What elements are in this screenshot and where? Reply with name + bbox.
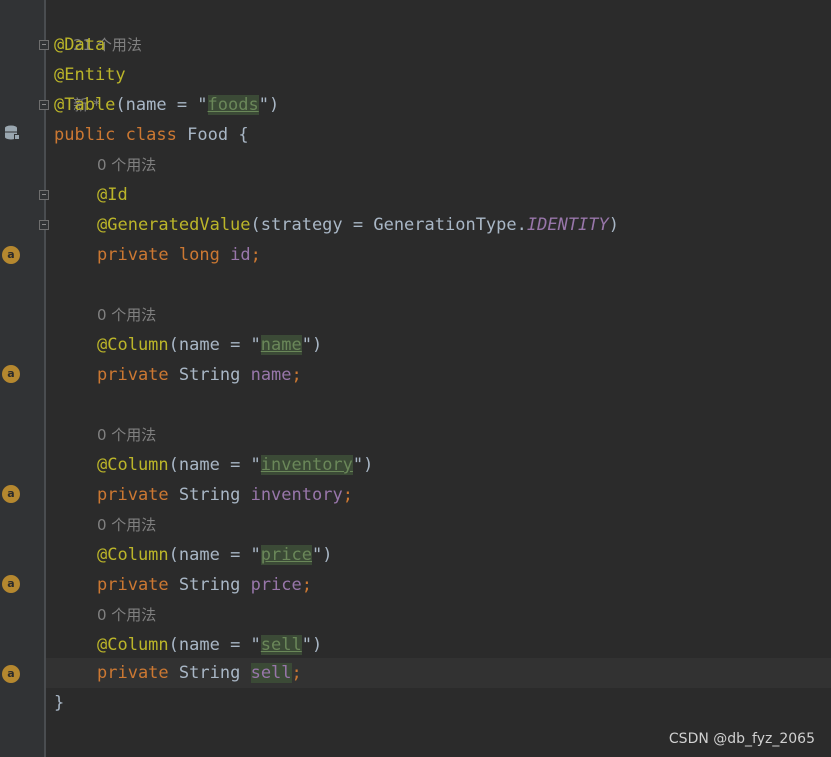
column-inventory-string: inventory [260,455,353,475]
code-line: } [54,693,65,713]
usage-hint-line: 21 个用法 新 * [46,0,831,114]
annotation-id: @Id [97,185,128,205]
usage-hint[interactable]: 0 个用法 [54,150,156,180]
field-marker-icon[interactable]: a [2,665,20,683]
usage-hint-line: 0 个用法 [46,600,831,630]
field-id: id [230,245,251,265]
code-line: public class Food { [54,125,249,145]
code-line: @Table(name = "foods") [54,95,280,115]
code-line: private String price; [97,575,313,595]
code-line: @Column(name = "name") [97,335,323,355]
code-line: @Data [46,30,831,60]
field-marker-icon[interactable]: a [2,365,20,383]
usage-hint-line: 0 个用法 [46,300,831,330]
field-inventory: inventory [250,485,343,505]
column-sell-string: sell [260,635,302,655]
field-name: name [250,365,292,385]
field-id-marker-icon[interactable]: a [2,246,20,264]
code-line: @Entity [46,60,831,90]
code-line: @Id [46,180,831,210]
annotation-generated-value: @GeneratedValue [97,215,251,235]
code-line: @GeneratedValue(strategy = GenerationTyp… [97,215,620,235]
annotation-column: @Column [97,335,169,355]
field-marker-icon[interactable]: a [2,575,20,593]
usage-hint[interactable]: 0 个用法 [54,300,156,330]
database-icon[interactable] [3,124,21,142]
field-sell: sell [250,663,292,683]
annotation-column: @Column [97,455,169,475]
code-line: @Column(name = "inventory") [97,455,374,475]
current-code-line[interactable]: private String sell; [46,658,831,688]
identity-constant: IDENTITY [526,215,609,235]
column-price-string: price [260,545,312,565]
code-line: private String name; [97,365,302,385]
code-line: private String inventory; [97,485,353,505]
code-line: @Column(name = "sell") [97,635,323,655]
watermark: CSDN @db_fyz_2065 [668,731,815,747]
annotation-table: @Table [54,95,116,115]
field-marker-icon[interactable]: a [2,485,20,503]
annotation-column: @Column [97,635,169,655]
usage-hint[interactable]: 0 个用法 [54,600,156,630]
usage-hint-line: 0 个用法 [46,420,831,450]
class-name: Food [187,125,229,145]
usage-hint[interactable]: 0 个用法 [54,420,156,450]
code-line: @Column(name = "price") [97,545,333,565]
field-price: price [250,575,302,595]
usage-hint[interactable]: 0 个用法 [54,510,156,540]
annotation-entity: @Entity [54,65,126,85]
code-line: private long id; [97,245,261,265]
annotation-column: @Column [97,545,169,565]
usage-hint-line: 0 个用法 [46,510,831,540]
usage-hint-line: 0 个用法 [46,150,831,180]
table-name-string: foods [207,95,259,115]
annotation-data: @Data [54,35,106,55]
column-name-string: name [260,335,302,355]
